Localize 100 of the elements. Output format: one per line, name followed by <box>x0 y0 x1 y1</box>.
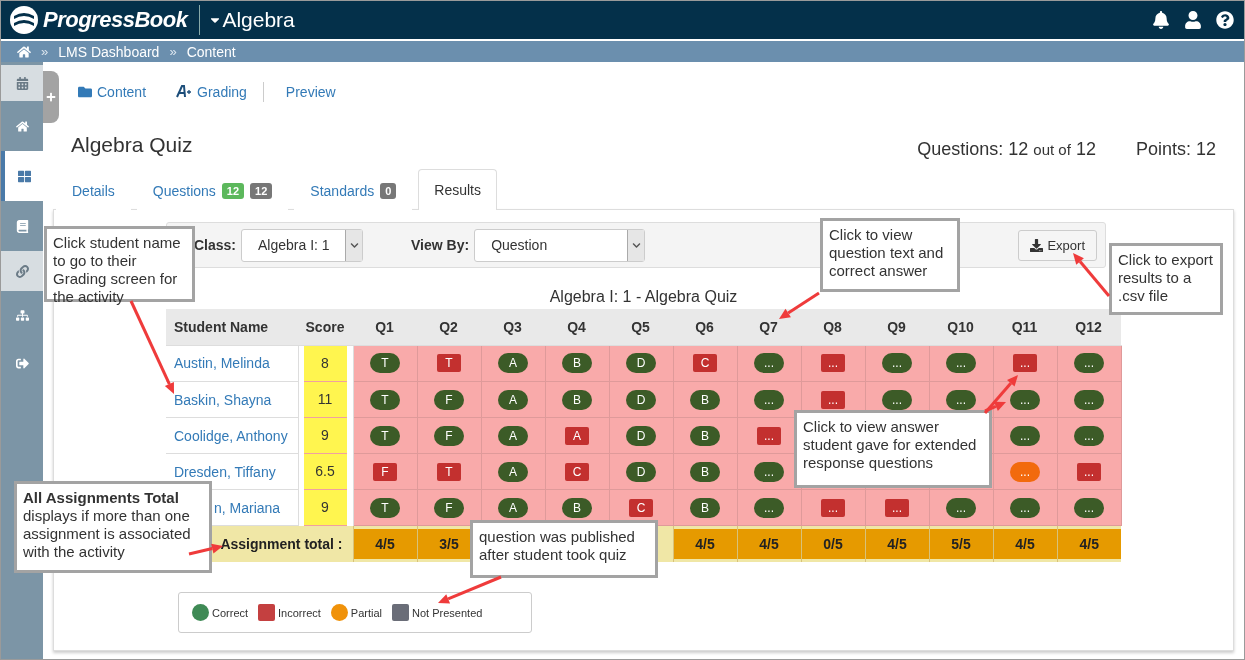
answer-badge[interactable]: B <box>690 389 720 410</box>
nav-link[interactable]: Preview <box>285 83 336 100</box>
answer-badge[interactable]: ... <box>821 390 845 409</box>
export-button[interactable]: Export <box>1018 229 1097 261</box>
answer-badge[interactable]: T <box>370 425 400 446</box>
home-icon[interactable] <box>17 44 31 59</box>
brand-name: ProgressBook <box>43 7 188 33</box>
student-name-link[interactable]: Austin, Melinda <box>174 355 270 372</box>
answer-badge[interactable]: B <box>562 497 592 518</box>
answer-badge[interactable]: C <box>629 498 653 517</box>
folder-icon <box>78 84 92 99</box>
answer-badge[interactable]: B <box>562 353 592 374</box>
student-name-link[interactable]: n, Mariana <box>214 499 281 516</box>
answer-badge[interactable]: ... <box>1074 425 1104 446</box>
nav-link[interactable]: Grading <box>176 83 247 100</box>
answer-badge[interactable]: ... <box>821 498 845 517</box>
answer-badge[interactable]: T <box>370 353 400 374</box>
answer-badge[interactable]: ... <box>882 389 912 410</box>
answer-badge[interactable]: F <box>434 497 464 518</box>
answer-badge[interactable]: C <box>693 354 717 373</box>
nav-link[interactable]: Content <box>78 83 147 100</box>
answer-badge[interactable]: T <box>370 389 400 410</box>
sign-out-icon <box>15 356 29 370</box>
answer-badge[interactable]: ... <box>946 389 976 410</box>
answer-badge[interactable]: ... <box>754 353 784 374</box>
answer-badge[interactable]: ... <box>757 426 781 445</box>
view-by-select[interactable]: Question <box>474 228 646 262</box>
answer-badge[interactable]: A <box>498 425 528 446</box>
answer-badge[interactable]: ... <box>1010 425 1040 446</box>
answer-badge[interactable]: ... <box>754 461 784 482</box>
answer-badge[interactable]: ... <box>1074 353 1104 374</box>
answer-badge[interactable]: A <box>498 497 528 518</box>
answer-badge[interactable]: B <box>690 425 720 446</box>
bell-icon[interactable] <box>1152 11 1170 29</box>
arrow <box>188 543 223 556</box>
answer-badge[interactable]: F <box>434 389 464 410</box>
answer-badge[interactable]: ... <box>1077 462 1101 481</box>
total-cell: 5/5 <box>929 529 993 559</box>
answer-badge[interactable]: ... <box>1010 497 1040 518</box>
legend-swatch <box>392 604 410 621</box>
answer-badge[interactable]: ... <box>946 497 976 518</box>
answer-badge[interactable]: ... <box>946 353 976 374</box>
question-header[interactable]: Q3 <box>481 309 545 345</box>
answer-badge[interactable]: ... <box>754 389 784 410</box>
question-header[interactable]: Q10 <box>929 309 993 345</box>
answer-badge[interactable]: ... <box>1074 497 1104 518</box>
answer-badge[interactable]: ... <box>885 498 909 517</box>
help-icon[interactable] <box>1216 11 1234 29</box>
question-header[interactable]: Q2 <box>417 309 481 345</box>
expand-tab[interactable] <box>43 71 59 123</box>
answer-badge[interactable]: D <box>626 389 656 410</box>
legend-label: Not Presented <box>412 606 483 619</box>
user-icon[interactable] <box>1184 11 1202 29</box>
answer-badge[interactable]: ... <box>1010 389 1040 410</box>
class-select[interactable]: Algebra I: 1 <box>241 228 364 262</box>
sidebar-item[interactable] <box>1 151 43 201</box>
question-header[interactable]: Q12 <box>1057 309 1121 345</box>
answer-badge[interactable]: D <box>626 353 656 374</box>
answer-badge[interactable]: C <box>565 462 589 481</box>
question-header[interactable]: Q4 <box>545 309 609 345</box>
answer-badge[interactable]: T <box>437 354 461 373</box>
question-header[interactable]: Q9 <box>865 309 929 345</box>
question-header[interactable]: Q8 <box>801 309 865 345</box>
answer-badge[interactable]: ... <box>1013 354 1037 373</box>
answer-badge[interactable]: ... <box>821 354 845 373</box>
answer-badge[interactable]: F <box>373 462 397 481</box>
student-name-link[interactable]: Dresden, Tiffany <box>174 463 276 480</box>
answer-badge[interactable]: ... <box>1074 389 1104 410</box>
question-header[interactable]: Q5 <box>609 309 673 345</box>
question-header[interactable]: Q6 <box>673 309 737 345</box>
answer-badge[interactable]: A <box>498 389 528 410</box>
answer-badge[interactable]: A <box>498 353 528 374</box>
answer-badge[interactable]: B <box>690 461 720 482</box>
answer-badge[interactable]: B <box>562 389 592 410</box>
student-name-link[interactable]: Baskin, Shayna <box>174 391 272 408</box>
sidebar-item[interactable] <box>1 65 43 101</box>
sidebar-item[interactable] <box>1 251 43 291</box>
answer-badge[interactable]: ... <box>882 353 912 374</box>
answer-badge[interactable]: F <box>434 425 464 446</box>
answer-badge[interactable]: A <box>565 426 589 445</box>
chevron-icon <box>631 240 641 250</box>
arrow <box>438 575 502 604</box>
answer-badge[interactable]: ... <box>754 497 784 518</box>
question-header[interactable]: Q7 <box>737 309 801 345</box>
breadcrumb-separator: » <box>41 44 49 59</box>
question-header[interactable]: Q11 <box>993 309 1057 345</box>
home-icon <box>15 119 29 133</box>
answer-badge[interactable]: B <box>690 497 720 518</box>
score-cell: 9 <box>303 417 347 454</box>
answer-badge[interactable]: A <box>498 461 528 482</box>
answer-badge[interactable]: T <box>437 462 461 481</box>
answer-badge[interactable]: D <box>626 425 656 446</box>
count-badge: 0 <box>380 182 397 199</box>
answer-badge[interactable]: D <box>626 461 656 482</box>
student-name-link[interactable]: Coolidge, Anthony <box>174 427 288 444</box>
course-switcher[interactable]: Algebra <box>208 8 295 32</box>
question-header[interactable]: Q1 <box>353 309 417 345</box>
answer-badge[interactable]: T <box>370 497 400 518</box>
callout-note: Click to view question text and correct answer <box>820 218 960 292</box>
tab[interactable]: Results <box>418 169 497 210</box>
